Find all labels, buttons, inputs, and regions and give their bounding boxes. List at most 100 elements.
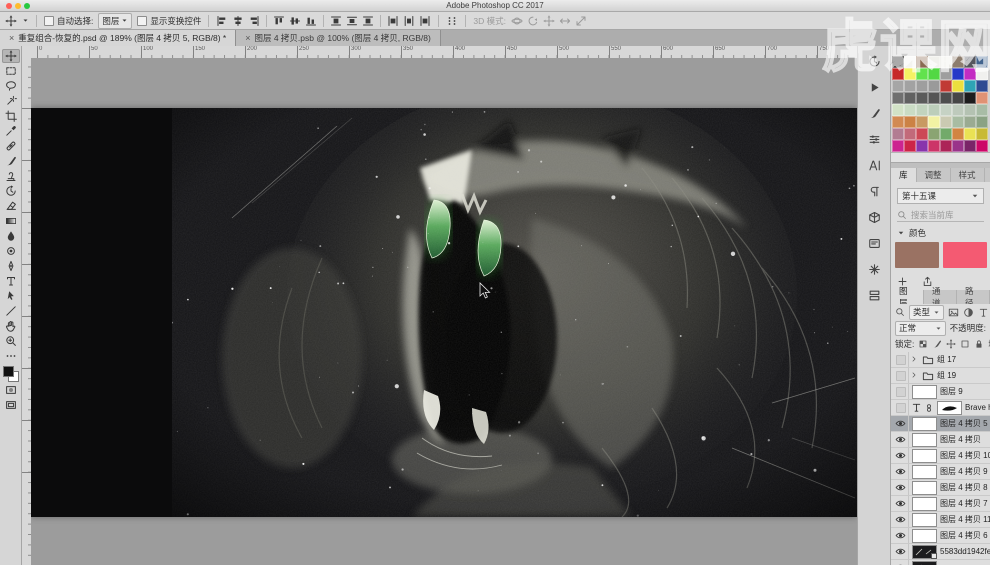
gradient-tool[interactable] <box>2 214 20 228</box>
magic-wand-tool[interactable] <box>2 94 20 108</box>
layer-row[interactable]: 图层 4 拷贝 10 <box>891 448 990 464</box>
layer-visibility-eye-icon[interactable] <box>893 496 909 511</box>
layer-filter-dropdown[interactable]: 类型 <box>909 304 945 320</box>
swatch-cell[interactable] <box>952 56 964 68</box>
swatch-cell[interactable] <box>916 92 928 104</box>
layer-thumbnail[interactable] <box>912 496 937 511</box>
layer-thumbnail[interactable] <box>912 384 937 399</box>
swatch-cell[interactable] <box>964 68 976 80</box>
dist-right-icon[interactable] <box>419 15 431 27</box>
swatch-cell[interactable] <box>892 80 904 92</box>
layer-row[interactable] <box>891 560 990 565</box>
swatch-cell[interactable] <box>976 92 988 104</box>
swatch-cell[interactable] <box>940 56 952 68</box>
layer-visibility-toggle[interactable] <box>893 368 909 383</box>
edit-toolbar[interactable] <box>2 349 20 363</box>
swatch-cell[interactable] <box>928 80 940 92</box>
layer-visibility-eye-icon[interactable] <box>893 528 909 543</box>
align-h-center-icon[interactable] <box>232 15 244 27</box>
dist-top-icon[interactable] <box>330 15 342 27</box>
clone-stamp-tool[interactable] <box>2 169 20 183</box>
dist-h-center-icon[interactable] <box>403 15 415 27</box>
swatch-cell[interactable] <box>904 80 916 92</box>
screen-mode[interactable] <box>2 398 20 412</box>
tab-图层[interactable]: 图层 <box>891 286 924 308</box>
lasso-tool[interactable] <box>2 79 20 93</box>
layer-visibility-toggle[interactable] <box>893 400 909 415</box>
layer-visibility-eye-icon[interactable] <box>893 448 909 463</box>
layer-thumbnail[interactable] <box>912 512 937 527</box>
layer-mask-thumbnail[interactable] <box>937 400 962 415</box>
swatch-cell[interactable] <box>892 104 904 116</box>
swatch-cell[interactable] <box>928 68 940 80</box>
tool-presets-panel-icon[interactable] <box>863 132 885 147</box>
layer-thumbnail[interactable] <box>912 560 937 565</box>
swatch-cell[interactable] <box>952 116 964 128</box>
pen-tool[interactable] <box>2 259 20 273</box>
swatch-cell[interactable] <box>964 80 976 92</box>
layer-visibility-eye-icon[interactable] <box>893 544 909 559</box>
layer-row[interactable]: Brave he <box>891 400 990 416</box>
quick-mask[interactable] <box>2 383 20 397</box>
lock-all-icon[interactable] <box>974 339 984 349</box>
history-brush-tool[interactable] <box>2 184 20 198</box>
swatch-cell[interactable] <box>964 140 976 152</box>
distribute-spacing-icon[interactable] <box>446 15 458 27</box>
swatch-cell[interactable] <box>952 80 964 92</box>
align-left-icon[interactable] <box>216 15 228 27</box>
document-tab[interactable]: × 重复组合-恢复的.psd @ 189% (图层 4 拷贝 5, RGB/8) … <box>0 30 237 46</box>
swatch-cell[interactable] <box>892 140 904 152</box>
crop-tool[interactable] <box>2 109 20 123</box>
library-colors-section[interactable]: 颜色 <box>897 227 926 239</box>
path-select-tool[interactable] <box>2 289 20 303</box>
lock-paint-icon[interactable] <box>932 339 942 349</box>
swatch-cell[interactable] <box>904 116 916 128</box>
swatch-cell[interactable] <box>892 56 904 68</box>
library-collection-dropdown[interactable]: 第十五课 <box>897 188 984 204</box>
layer-comps-panel-icon[interactable] <box>863 288 885 303</box>
swatch-cell[interactable] <box>904 92 916 104</box>
layer-row[interactable]: 图层 4 拷贝 8 <box>891 480 990 496</box>
tab-通道[interactable]: 通道 <box>924 286 957 308</box>
chevron-down-icon[interactable] <box>22 17 29 24</box>
line-tool[interactable] <box>2 304 20 318</box>
swatch-cell[interactable] <box>976 140 988 152</box>
layer-row[interactable]: 图层 4 拷贝 7 <box>891 496 990 512</box>
move-tool[interactable] <box>1 49 20 63</box>
eyedropper-tool[interactable] <box>2 124 20 138</box>
healing-brush-tool[interactable] <box>2 139 20 153</box>
swatch-cell[interactable] <box>904 104 916 116</box>
layer-visibility-eye-icon[interactable] <box>893 416 909 431</box>
swatch-cell[interactable] <box>904 56 916 68</box>
filter-pixel-layers-icon[interactable] <box>948 307 959 318</box>
eraser-tool[interactable] <box>2 199 20 213</box>
swatch-cell[interactable] <box>928 92 940 104</box>
layer-thumbnail[interactable] <box>912 480 937 495</box>
swatch-cell[interactable] <box>964 92 976 104</box>
document-tab[interactable]: × 图层 4 拷贝.psb @ 100% (图层 4 拷贝, RGB/8) <box>236 30 441 46</box>
swatch-cell[interactable] <box>976 80 988 92</box>
swatch-cell[interactable] <box>940 92 952 104</box>
swatch-cell[interactable] <box>940 80 952 92</box>
swatch-cell[interactable] <box>976 128 988 140</box>
hand-tool[interactable] <box>2 319 20 333</box>
swatch-cell[interactable] <box>952 92 964 104</box>
plugins-panel-icon[interactable] <box>863 262 885 277</box>
library-color-chip[interactable] <box>943 242 987 268</box>
layer-row[interactable]: 图层 4 拷贝 <box>891 432 990 448</box>
swatch-cell[interactable] <box>952 140 964 152</box>
properties-panel-icon[interactable] <box>863 236 885 251</box>
swatch-cell[interactable] <box>952 128 964 140</box>
history-panel-icon[interactable] <box>863 54 885 69</box>
group-expand-icon[interactable] <box>909 371 919 381</box>
swatch-cell[interactable] <box>976 104 988 116</box>
swatch-cell[interactable] <box>976 56 988 68</box>
checkbox-icon[interactable] <box>44 15 54 26</box>
character-panel-icon[interactable] <box>863 158 885 173</box>
swatch-cell[interactable] <box>964 128 976 140</box>
swatch-cell[interactable] <box>916 104 928 116</box>
group-expand-icon[interactable] <box>909 355 919 365</box>
swatch-cell[interactable] <box>892 116 904 128</box>
canvas-area[interactable] <box>31 58 857 565</box>
swatch-cell[interactable] <box>904 128 916 140</box>
